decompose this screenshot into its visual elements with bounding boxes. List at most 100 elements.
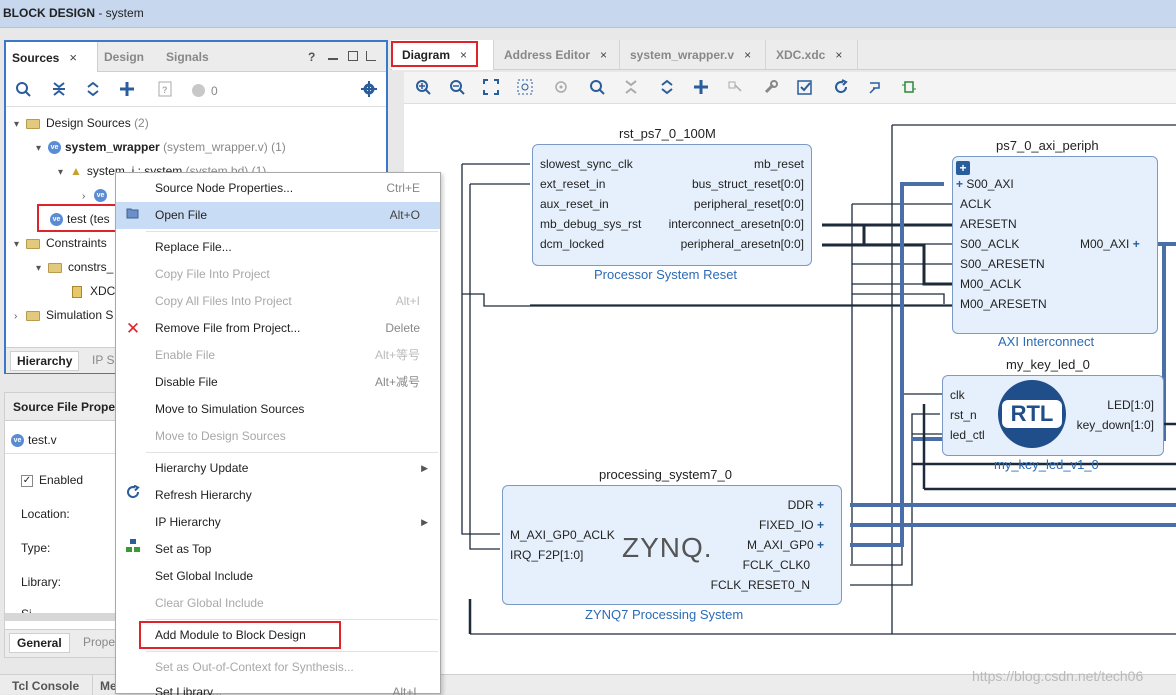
menu-set-library[interactable]: Set Library... Alt+L bbox=[116, 679, 440, 695]
menu-move-to-design[interactable]: Move to Design Sources bbox=[116, 423, 440, 450]
menu-ip-hierarchy[interactable]: IP Hierarchy ▶ bbox=[116, 509, 440, 536]
menu-source-node-properties[interactable]: Source Node Properties... Ctrl+E bbox=[116, 175, 440, 202]
maximize-icon[interactable] bbox=[348, 51, 358, 61]
chevron-down-icon[interactable]: ▾ bbox=[36, 138, 48, 160]
rst-out-pin[interactable]: peripheral_aresetn[0:0] bbox=[681, 237, 804, 251]
block-design-canvas[interactable]: rst_ps7_0_100M slowest_sync_clk ext_rese… bbox=[404, 104, 1176, 674]
minimize-icon[interactable] bbox=[328, 58, 338, 60]
rst-in-pin[interactable]: ext_reset_in bbox=[540, 177, 605, 191]
menu-clear-global-include[interactable]: Clear Global Include bbox=[116, 590, 440, 617]
add-ip-icon[interactable] bbox=[692, 79, 710, 97]
menu-remove-file[interactable]: ✕ Remove File from Project... Delete bbox=[116, 315, 440, 342]
tree-design-sources[interactable]: ▾ Design Sources (2) bbox=[14, 112, 149, 134]
menu-disable-file[interactable]: Disable File Alt+减号 bbox=[116, 369, 440, 396]
tab-sources[interactable]: Sources × bbox=[6, 42, 98, 72]
expand-all-icon[interactable] bbox=[84, 81, 102, 99]
chevron-down-icon[interactable]: ▾ bbox=[36, 258, 48, 280]
expand-icon[interactable]: + bbox=[956, 161, 970, 175]
ps7-out-pin[interactable]: DDR + bbox=[788, 498, 824, 512]
ps7-in-pin[interactable]: M_AXI_GP0_ACLK bbox=[510, 528, 615, 542]
key-in-pin[interactable]: clk bbox=[950, 388, 965, 402]
tab-hierarchy[interactable]: Hierarchy bbox=[10, 351, 80, 371]
tab-xdc[interactable]: XDC.xdc × bbox=[766, 40, 858, 70]
close-icon[interactable]: × bbox=[744, 48, 751, 62]
make-connection-icon[interactable] bbox=[726, 79, 744, 97]
menu-hierarchy-update[interactable]: Hierarchy Update ▶ bbox=[116, 455, 440, 482]
rst-out-pin[interactable]: mb_reset bbox=[754, 157, 804, 171]
zoom-area-icon[interactable] bbox=[516, 79, 534, 97]
menu-replace-file[interactable]: Replace File... bbox=[116, 234, 440, 261]
tab-address-editor[interactable]: Address Editor × bbox=[494, 40, 620, 70]
ps7-out-pin[interactable]: FCLK_CLK0 bbox=[743, 558, 810, 572]
menu-copy-all-files[interactable]: Copy All Files Into Project Alt+I bbox=[116, 288, 440, 315]
auto-connect-icon[interactable] bbox=[900, 79, 918, 97]
zoom-out-icon[interactable] bbox=[448, 79, 466, 97]
menu-enable-file[interactable]: Enable File Alt+等号 bbox=[116, 342, 440, 369]
close-icon[interactable]: × bbox=[600, 48, 607, 62]
axi-in-pin[interactable]: ACLK bbox=[960, 197, 991, 211]
tree-constraints[interactable]: ▾ Constraints bbox=[14, 232, 107, 254]
menu-move-to-simulation[interactable]: Move to Simulation Sources bbox=[116, 396, 440, 423]
refresh-icon[interactable] bbox=[832, 79, 850, 97]
enabled-checkbox[interactable]: ✓ Enabled bbox=[21, 473, 83, 487]
axi-in-pin[interactable]: S00_ACLK bbox=[960, 237, 1019, 251]
rst-in-pin[interactable]: slowest_sync_clk bbox=[540, 157, 633, 171]
rst-in-pin[interactable]: mb_debug_sys_rst bbox=[540, 217, 641, 231]
tab-general[interactable]: General bbox=[9, 633, 70, 653]
tab-system-wrapper[interactable]: system_wrapper.v × bbox=[620, 40, 766, 70]
key-in-pin[interactable]: rst_n bbox=[950, 408, 977, 422]
tree-constrs[interactable]: ▾ constrs_ bbox=[36, 256, 113, 278]
tree-system-wrapper[interactable]: ▾ ve system_wrapper (system_wrapper.v) (1) bbox=[36, 136, 286, 158]
validate-design-icon[interactable] bbox=[796, 79, 814, 97]
checkmark-icon[interactable]: ✓ bbox=[21, 474, 33, 487]
key-out-pin[interactable]: LED[1:0] bbox=[1107, 398, 1154, 412]
axi-out-pin[interactable]: M00_AXI + bbox=[1080, 237, 1140, 251]
ps7-out-pin[interactable]: FCLK_RESET0_N bbox=[711, 578, 810, 592]
collapse-all-icon[interactable] bbox=[50, 81, 68, 99]
horizontal-scrollbar[interactable] bbox=[5, 613, 115, 621]
tab-signals[interactable]: Signals bbox=[160, 42, 226, 72]
fit-view-icon[interactable] bbox=[482, 79, 500, 97]
regenerate-layout-icon[interactable] bbox=[866, 79, 884, 97]
rst-out-pin[interactable]: peripheral_reset[0:0] bbox=[694, 197, 804, 211]
search-icon[interactable] bbox=[588, 79, 606, 97]
axi-in-pin[interactable]: + S00_AXI bbox=[956, 177, 1014, 191]
ps7-out-pin[interactable]: M_AXI_GP0 + bbox=[747, 538, 824, 552]
zoom-in-icon[interactable] bbox=[414, 79, 432, 97]
search-icon[interactable] bbox=[14, 81, 32, 99]
key-in-pin[interactable]: led_ctl bbox=[950, 428, 985, 442]
tree-xdc[interactable]: XDC bbox=[72, 280, 115, 302]
gear-icon[interactable] bbox=[360, 81, 378, 99]
chevron-down-icon[interactable]: ▾ bbox=[14, 114, 26, 136]
float-icon[interactable] bbox=[366, 51, 376, 61]
key-out-pin[interactable]: key_down[1:0] bbox=[1077, 418, 1154, 432]
ps7-in-pin[interactable]: IRQ_F2P[1:0] bbox=[510, 548, 583, 562]
rst-out-pin[interactable]: bus_struct_reset[0:0] bbox=[692, 177, 804, 191]
axi-in-pin[interactable]: S00_ARESETN bbox=[960, 257, 1045, 271]
wrench-icon[interactable] bbox=[762, 79, 780, 97]
tab-tcl-console[interactable]: Tcl Console bbox=[12, 679, 79, 693]
menu-open-file[interactable]: Open File Alt+O bbox=[116, 202, 440, 229]
axi-in-pin[interactable]: ARESETN bbox=[960, 217, 1017, 231]
rst-out-pin[interactable]: interconnect_aresetn[0:0] bbox=[669, 217, 804, 231]
tree-system-child[interactable]: › ve bbox=[82, 184, 111, 206]
help-icon[interactable]: ? bbox=[308, 50, 315, 64]
expand-all-icon[interactable] bbox=[658, 79, 676, 97]
tab-design[interactable]: Design bbox=[98, 42, 160, 72]
menu-set-as-top[interactable]: Set as Top bbox=[116, 536, 440, 563]
chevron-down-icon[interactable]: ▾ bbox=[14, 234, 26, 256]
axi-in-pin[interactable]: M00_ACLK bbox=[960, 277, 1021, 291]
tree-simulation[interactable]: › Simulation S bbox=[14, 304, 113, 326]
tab-ip-sources[interactable]: IP S bbox=[92, 353, 114, 367]
close-icon[interactable]: × bbox=[69, 50, 77, 65]
rst-in-pin[interactable]: aux_reset_in bbox=[540, 197, 609, 211]
question-doc-icon[interactable]: ? bbox=[156, 81, 174, 99]
menu-set-global-include[interactable]: Set Global Include bbox=[116, 563, 440, 590]
menu-set-out-of-context[interactable]: Set as Out-of-Context for Synthesis... bbox=[116, 654, 440, 681]
collapse-all-icon[interactable] bbox=[622, 79, 640, 97]
tab-properties[interactable]: Prope bbox=[83, 635, 115, 649]
close-icon[interactable]: × bbox=[835, 48, 842, 62]
menu-copy-file-into-project[interactable]: Copy File Into Project bbox=[116, 261, 440, 288]
add-icon[interactable] bbox=[118, 81, 136, 99]
chevron-right-icon[interactable]: › bbox=[14, 306, 26, 328]
